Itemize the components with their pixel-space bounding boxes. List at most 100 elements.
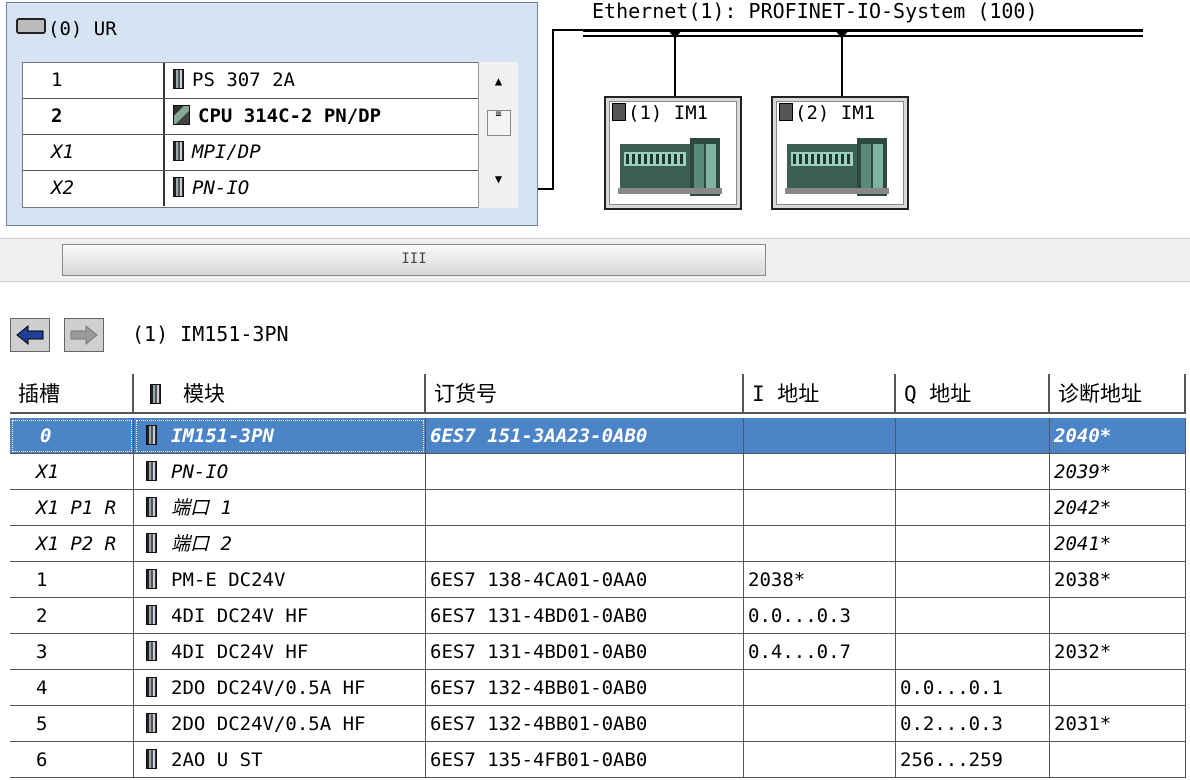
cell-q-address [896,634,1050,670]
cell-q-address [896,526,1050,562]
network-bus[interactable] [583,29,1143,32]
rack-slot: 1 [51,69,63,91]
module-icon [150,384,161,404]
cell-order-number: 6ES7 132-4BB01-0AB0 [426,706,744,742]
rack-slot: 2 [51,105,63,127]
module-icon [146,533,157,553]
rack-icon [16,18,46,34]
rack-row[interactable]: 1 PS 307 2A [23,63,479,99]
cell-module: 端口 1 [134,490,426,526]
cell-slot: 0 [10,418,134,454]
rack-title: (0) UR [16,18,117,40]
cell-diag-address: 2032* [1050,634,1186,670]
module-icon [146,461,157,481]
module-table: 插槽 模块 订货号 I 地址 Q 地址 诊断地址 0 IM151-3PN 6ES7 … [0,374,1190,780]
cell-slot: 3 [10,634,134,670]
cell-diag-address: 2039* [1050,454,1186,490]
cell-i-address: 0.4...0.7 [744,634,896,670]
cell-diag-address: 2031* [1050,706,1186,742]
cell-order-number [426,490,744,526]
device-icon [612,103,626,121]
cell-module: IM151-3PN [134,418,426,454]
cell-slot: X1 P2 R [10,526,134,562]
forward-button[interactable] [64,318,104,352]
cell-order-number: 6ES7 138-4CA01-0AA0 [426,562,744,598]
io-station-image-icon [618,138,722,196]
cell-diag-address: 2040* [1050,418,1186,454]
cell-i-address [744,454,896,490]
arrow-left-icon [16,324,44,346]
cell-slot: 2 [10,598,134,634]
module-icon [173,177,184,197]
cell-order-number [426,454,744,490]
rack-scrollbar[interactable]: ▲ ≡ ▼ [478,62,518,208]
cell-q-address: 0.2...0.3 [896,706,1050,742]
col-header-slot[interactable]: 插槽 [10,374,134,414]
cell-q-address: 256...259 [896,742,1050,778]
module-icon [146,641,157,661]
cell-module: 2DO DC24V/0.5A HF [134,670,426,706]
module-icon [173,69,184,89]
module-icon [146,569,157,589]
scroll-thumb[interactable]: ≡ [486,110,511,136]
module-icon [146,713,157,733]
cell-module: 4DI DC24V HF [134,598,426,634]
cell-diag-address: 2041* [1050,526,1186,562]
network-label: Ethernet(1): PROFINET-IO-System (100) [592,0,1038,23]
cell-module: 2DO DC24V/0.5A HF [134,706,426,742]
module-icon [146,605,157,625]
cell-module: PM-E DC24V [134,562,426,598]
rack-slot: X1 [51,141,74,163]
cell-q-address [896,598,1050,634]
cell-i-address [744,670,896,706]
col-header-diag-address[interactable]: 诊断地址 [1050,374,1186,414]
cell-slot: X1 [10,454,134,490]
device-label: (1) IM1 [612,102,708,124]
scroll-down-icon[interactable]: ▼ [479,172,518,186]
rack-row[interactable]: X1 MPI/DP [23,135,479,171]
rack-row[interactable]: 2 CPU 314C-2 PN/DP [23,99,479,135]
scroll-up-icon[interactable]: ▲ [479,74,518,88]
io-device-1[interactable]: (1) IM1 [604,96,742,210]
back-button[interactable] [10,318,50,352]
cell-i-address [744,418,896,454]
col-header-q-address[interactable]: Q 地址 [896,374,1050,414]
module-icon [146,749,157,769]
cell-diag-address [1050,598,1186,634]
cell-order-number: 6ES7 131-4BD01-0AB0 [426,598,744,634]
cell-order-number: 6ES7 135-4FB01-0AB0 [426,742,744,778]
cell-slot: 4 [10,670,134,706]
cell-order-number: 6ES7 132-4BB01-0AB0 [426,670,744,706]
cell-i-address [744,706,896,742]
rack-slot: X2 [51,177,74,199]
device-icon [779,103,793,121]
cell-i-address [744,490,896,526]
rack-module: CPU 314C-2 PN/DP [173,99,381,134]
cell-i-address [744,526,896,562]
cell-slot: 1 [10,562,134,598]
device-label: (2) IM1 [779,102,875,124]
cell-q-address [896,490,1050,526]
rack-module: PN-IO [173,171,249,206]
cell-i-address: 0.0...0.3 [744,598,896,634]
module-icon [146,497,157,517]
io-station-image-icon [785,138,889,196]
col-header-module[interactable]: 模块 [134,374,426,414]
horizontal-scroll-thumb[interactable]: III [62,244,766,276]
cell-q-address [896,454,1050,490]
cell-slot: 6 [10,742,134,778]
cell-diag-address [1050,742,1186,778]
cell-i-address [744,742,896,778]
arrow-right-icon [70,324,98,346]
col-header-order[interactable]: 订货号 [426,374,744,414]
rack-row[interactable]: X2 PN-IO [23,171,479,207]
cell-module: 4DI DC24V HF [134,634,426,670]
rack-table: 1 PS 307 2A 2 CPU 314C-2 PN/DP X1 MPI/DP… [22,62,518,208]
io-device-2[interactable]: (2) IM1 [771,96,909,210]
cell-module: PN-IO [134,454,426,490]
col-header-i-address[interactable]: I 地址 [744,374,896,414]
cell-q-address [896,418,1050,454]
cell-module: 端口 2 [134,526,426,562]
cpu-icon [173,105,190,125]
cell-slot: 5 [10,706,134,742]
